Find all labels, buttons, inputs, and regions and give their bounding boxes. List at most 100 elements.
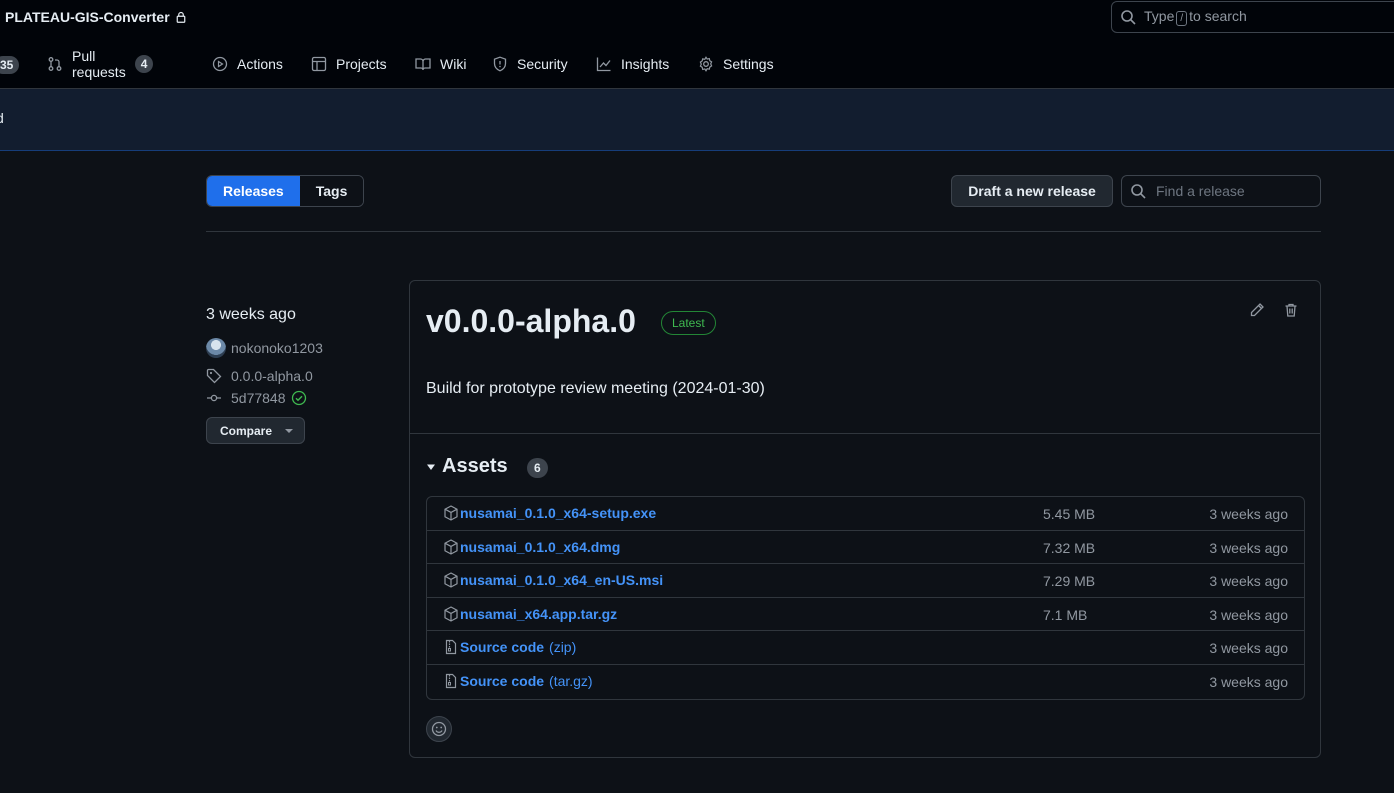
commit-icon <box>206 390 222 406</box>
asset-name[interactable]: Source code <box>460 673 544 689</box>
asset-name[interactable]: nusamai_x64.app.tar.gz <box>460 606 617 622</box>
asset-date: 3 weeks ago <box>1209 673 1288 690</box>
assets-heading: Assets <box>442 455 508 477</box>
tab-releases[interactable]: Releases <box>207 176 300 206</box>
search-icon <box>1120 9 1136 25</box>
caret-down-icon <box>285 428 294 434</box>
release-title[interactable]: v0.0.0-alpha.0 <box>426 303 636 340</box>
package-icon <box>443 538 459 555</box>
tab-label: Wiki <box>440 56 467 72</box>
package-icon <box>443 572 459 588</box>
tag-name[interactable]: 0.0.0-alpha.0 <box>231 368 313 384</box>
release-notes: Build for prototype review meeting (2024… <box>426 380 765 397</box>
verified-check-icon[interactable] <box>291 390 307 406</box>
package-icon <box>443 505 459 521</box>
find-release-input[interactable]: Find a release <box>1121 175 1321 207</box>
asset-date: 3 weeks ago <box>1209 573 1288 590</box>
tab-pull-requests[interactable]: Pull requests 4 <box>47 48 154 80</box>
asset-size: 7.29 MB <box>1043 573 1096 590</box>
author-name[interactable]: nokonoko1203 <box>231 340 323 356</box>
asset-row: Source code (zip) 3 weeks ago <box>427 631 1304 665</box>
release-card: v0.0.0-alpha.0 Latest Build for prototyp… <box>409 280 1321 758</box>
asset-size: 7.32 MB <box>1043 539 1096 556</box>
asset-link[interactable]: Source code (zip) <box>443 639 576 655</box>
tab-label: Settings <box>723 56 774 72</box>
lock-icon <box>175 11 187 23</box>
asset-link[interactable]: Source code (tar.gz) <box>443 673 593 689</box>
asset-row: nusamai_x64.app.tar.gz 7.1 MB 3 weeks ago <box>427 598 1304 632</box>
commit-sha[interactable]: 5d77848 <box>231 390 286 406</box>
asset-link[interactable]: nusamai_x64.app.tar.gz <box>443 606 622 622</box>
asset-name[interactable]: nusamai_0.1.0_x64.dmg <box>460 539 620 555</box>
asset-ext[interactable]: (zip) <box>549 639 576 655</box>
tab-actions[interactable]: Actions <box>212 48 283 80</box>
compare-label: Compare <box>220 423 273 438</box>
asset-name[interactable]: nusamai_0.1.0_x64-setup.exe <box>460 505 656 521</box>
asset-link[interactable]: nusamai_0.1.0_x64_en-US.msi <box>443 572 668 588</box>
banner-text: d <box>0 110 4 126</box>
add-reaction-button[interactable] <box>426 716 452 742</box>
issues-counter[interactable]: 35 <box>0 56 20 74</box>
file-zip-icon <box>443 639 459 655</box>
tab-projects[interactable]: Projects <box>311 48 387 80</box>
tab-security[interactable]: Security <box>492 48 568 80</box>
release-tag[interactable]: 0.0.0-alpha.0 <box>206 368 313 384</box>
pull-request-icon <box>47 56 63 72</box>
repo-header: PLATEAU-GIS-Converter Type / to search 35 … <box>0 0 1394 89</box>
releases-tags-switch: Releases Tags <box>206 175 365 207</box>
tab-tags[interactable]: Tags <box>299 176 364 206</box>
tab-settings[interactable]: Settings <box>698 48 774 80</box>
tab-insights[interactable]: Insights <box>596 48 669 80</box>
release-author[interactable]: nokonoko1203 <box>206 338 323 358</box>
release-time: 3 weeks ago <box>206 306 296 323</box>
book-icon <box>415 56 431 72</box>
assets-count-badge: 6 <box>527 458 548 478</box>
shield-icon <box>492 56 508 72</box>
release-commit[interactable]: 5d77848 <box>206 390 307 406</box>
latest-badge: Latest <box>661 311 716 335</box>
draft-release-button[interactable]: Draft a new release <box>951 175 1113 207</box>
tab-label: Actions <box>237 56 283 72</box>
tag-icon <box>206 368 222 384</box>
smiley-icon <box>431 721 447 737</box>
asset-date: 3 weeks ago <box>1209 539 1288 556</box>
asset-row: nusamai_0.1.0_x64_en-US.msi 7.29 MB 3 week… <box>427 564 1304 598</box>
asset-name[interactable]: nusamai_0.1.0_x64_en-US.msi <box>460 572 663 588</box>
search-icon <box>1130 183 1146 199</box>
table-icon <box>311 56 327 72</box>
triangle-down-icon <box>426 462 436 472</box>
tab-label: Security <box>517 56 568 72</box>
tab-label: Insights <box>621 56 670 72</box>
asset-size: 7.1 MB <box>1043 606 1088 623</box>
asset-size: 5.45 MB <box>1043 506 1096 522</box>
card-divider <box>410 433 1320 434</box>
asset-row: nusamai_0.1.0_x64-setup.exe 5.45 MB 3 week… <box>427 497 1304 531</box>
asset-row: Source code (tar.gz) 3 weeks ago <box>427 665 1304 699</box>
repo-name-label[interactable]: PLATEAU-GIS-Converter <box>5 9 170 25</box>
pull-requests-counter: 4 <box>134 55 154 73</box>
assets-toggle[interactable]: Assets <box>426 455 508 478</box>
pencil-icon[interactable] <box>1249 302 1265 318</box>
package-icon <box>443 606 459 622</box>
repo-title[interactable]: PLATEAU-GIS-Converter <box>5 9 187 25</box>
compare-button[interactable]: Compare <box>206 417 305 444</box>
trash-icon[interactable] <box>1283 302 1299 318</box>
notice-banner: d <box>0 89 1394 151</box>
asset-link[interactable]: nusamai_0.1.0_x64-setup.exe <box>443 505 661 521</box>
asset-name[interactable]: Source code <box>460 639 544 655</box>
search-shortcut-key: / <box>1176 11 1188 26</box>
asset-link[interactable]: nusamai_0.1.0_x64.dmg <box>443 539 625 555</box>
tab-label: Projects <box>336 56 387 72</box>
asset-date: 3 weeks ago <box>1209 606 1288 623</box>
find-release-placeholder: Find a release <box>1156 183 1245 199</box>
tab-label: Pull requests <box>72 48 126 80</box>
asset-date: 3 weeks ago <box>1209 640 1288 657</box>
tab-wiki[interactable]: Wiki <box>415 48 466 80</box>
asset-ext[interactable]: (tar.gz) <box>549 673 593 689</box>
global-search-input[interactable]: Type / to search <box>1111 1 1394 33</box>
assets-list: nusamai_0.1.0_x64-setup.exe 5.45 MB 3 week… <box>426 496 1305 700</box>
gear-icon <box>698 56 714 72</box>
play-icon <box>212 56 228 72</box>
graph-icon <box>596 56 612 72</box>
asset-date: 3 weeks ago <box>1209 506 1288 522</box>
